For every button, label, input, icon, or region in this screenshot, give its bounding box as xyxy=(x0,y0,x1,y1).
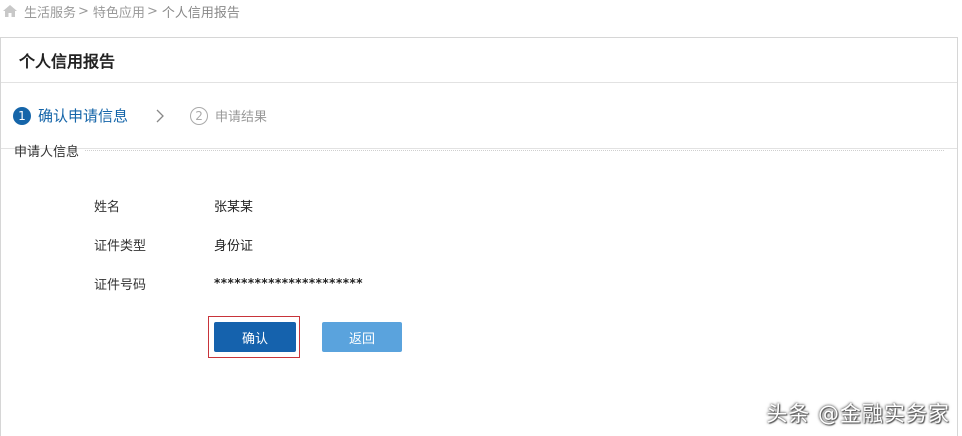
field-row-id-type: 证件类型 身份证 xyxy=(94,234,253,254)
field-label: 证件号码 xyxy=(94,277,147,293)
watermark: 头条 @金融实务家 xyxy=(766,402,950,426)
step-number: 1 xyxy=(13,106,31,125)
section-title: 申请人信息 xyxy=(14,145,80,160)
section-divider xyxy=(85,150,944,151)
field-label: 姓名 xyxy=(94,199,121,215)
step-result: 2 申请结果 xyxy=(190,106,267,125)
home-icon[interactable] xyxy=(2,4,18,18)
field-row-id-number: 证件号码 ********************** xyxy=(94,273,363,293)
field-value: 身份证 xyxy=(214,238,254,254)
breadcrumb: 生活服务 > 特色应用 > 个人信用报告 xyxy=(0,0,962,22)
field-row-name: 姓名 张某某 xyxy=(94,195,253,215)
masked-id-number: ********************** xyxy=(214,276,364,290)
breadcrumb-current: 个人信用报告 xyxy=(161,5,240,21)
page-title: 个人信用报告 xyxy=(1,38,957,83)
step-label: 申请结果 xyxy=(215,110,268,125)
field-value: 张某某 xyxy=(214,199,254,215)
chevron-right-icon xyxy=(156,109,164,123)
step-label: 确认申请信息 xyxy=(38,107,129,125)
step-confirm-info: 1 确认申请信息 xyxy=(13,105,128,126)
breadcrumb-item-life-services[interactable]: 生活服务 xyxy=(24,2,76,21)
breadcrumb-item-featured-apps[interactable]: 特色应用 xyxy=(93,2,145,21)
back-button[interactable]: 返回 xyxy=(322,322,402,352)
field-label: 证件类型 xyxy=(94,238,147,254)
step-number: 2 xyxy=(190,106,209,125)
step-indicator: 1 确认申请信息 2 申请结果 xyxy=(1,83,957,149)
applicant-info-section-header: 申请人信息 xyxy=(14,141,944,160)
confirm-button[interactable]: 确认 xyxy=(214,322,296,352)
breadcrumb-separator: > xyxy=(78,3,89,19)
breadcrumb-separator: > xyxy=(146,3,158,19)
